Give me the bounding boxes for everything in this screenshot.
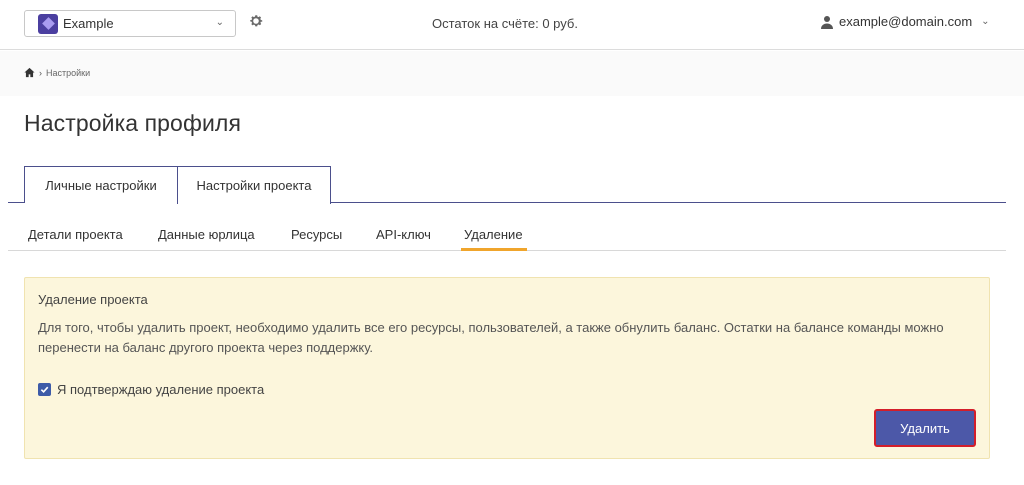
gear-icon[interactable]: [248, 13, 264, 29]
confirm-delete-label: Я подтверждаю удаление проекта: [57, 382, 265, 397]
subtab-project-details[interactable]: Детали проекта: [28, 227, 123, 242]
tab-project-settings[interactable]: Настройки проекта: [177, 166, 331, 204]
delete-project-panel: Удаление проекта Для того, чтобы удалить…: [24, 277, 990, 459]
breadcrumb-current: Настройки: [46, 67, 91, 78]
subtab-legal-entity[interactable]: Данные юрлица: [158, 227, 255, 242]
active-tab-indicator: [461, 248, 527, 251]
chevron-right-icon: ›: [39, 67, 42, 78]
confirm-delete-row[interactable]: Я подтверждаю удаление проекта: [38, 382, 264, 397]
project-select[interactable]: Example ⌄: [24, 10, 236, 37]
delete-project-button[interactable]: Удалить: [874, 409, 976, 447]
account-balance: Остаток на счёте: 0 руб.: [432, 16, 578, 31]
breadcrumb-bar: › Настройки: [0, 51, 1024, 96]
confirm-delete-checkbox[interactable]: [38, 383, 51, 396]
home-icon[interactable]: [24, 67, 35, 78]
project-select-value: Example: [63, 16, 114, 31]
subtab-api-key[interactable]: API-ключ: [376, 227, 431, 242]
tab-personal-settings[interactable]: Личные настройки: [24, 166, 177, 203]
subtab-deletion[interactable]: Удаление: [464, 227, 523, 242]
panel-title: Удаление проекта: [38, 292, 148, 307]
panel-description: Для того, чтобы удалить проект, необходи…: [38, 320, 944, 355]
top-bar: Example ⌄ Остаток на счёте: 0 руб. examp…: [0, 0, 1024, 50]
user-email: example@domain.com: [839, 14, 973, 29]
sub-tabs: Детали проекта Данные юрлица Ресурсы API…: [8, 218, 1006, 251]
check-icon: [40, 386, 49, 394]
project-diamond-icon: [38, 13, 58, 34]
chevron-down-icon: ⌄: [981, 16, 990, 27]
subtab-resources[interactable]: Ресурсы: [291, 227, 342, 242]
page-title: Настройка профиля: [24, 110, 241, 136]
user-icon: [821, 15, 833, 29]
user-menu[interactable]: example@domain.com ⌄: [820, 14, 990, 29]
main-tabs: Личные настройки Настройки проекта: [8, 166, 1006, 204]
breadcrumb: › Настройки: [24, 67, 90, 78]
chevron-down-icon: ⌄: [215, 17, 224, 28]
